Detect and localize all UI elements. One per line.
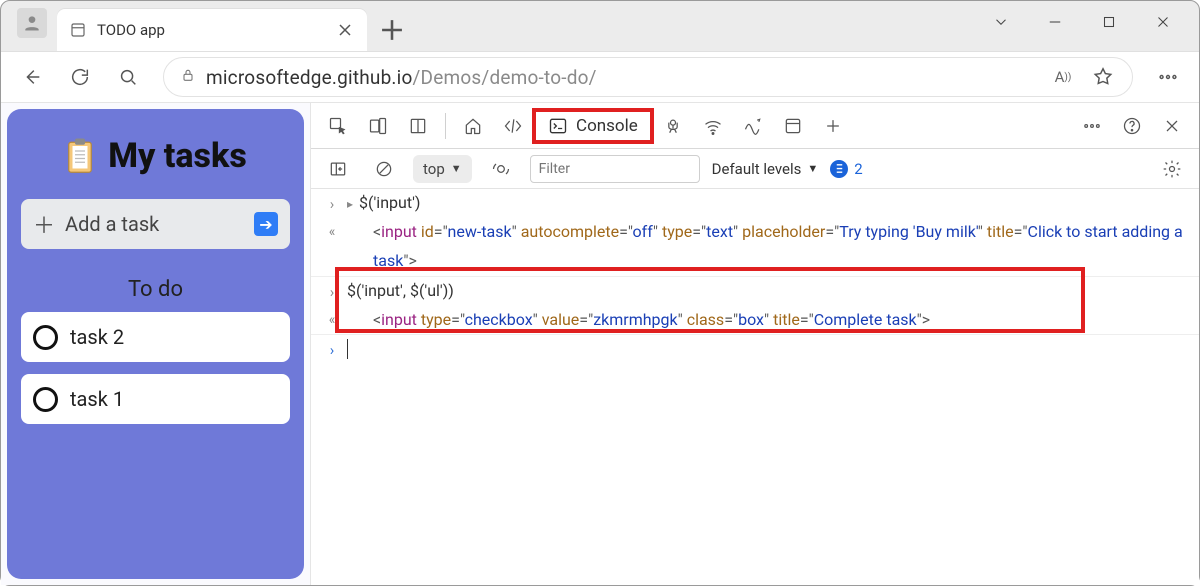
more-menu-button[interactable] (1155, 64, 1181, 90)
chevron-down-icon: ▼ (451, 162, 462, 175)
context-selector[interactable]: top ▼ (413, 155, 472, 183)
page-content: My tasks ＋ Add a task ➔ To do task 2 (1, 103, 311, 585)
log-levels-selector[interactable]: Default levels ▼ (712, 160, 819, 178)
application-tab-icon[interactable] (776, 109, 810, 143)
search-button[interactable] (115, 64, 141, 90)
todo-section-header: To do (21, 277, 290, 302)
devtools-close-icon[interactable] (1155, 109, 1189, 143)
url-text: microsoftedge.github.io/Demos/demo-to-do… (206, 66, 1040, 89)
devtools-more-icon[interactable] (1075, 109, 1109, 143)
clear-console-icon[interactable] (367, 152, 401, 186)
task-item[interactable]: task 2 (21, 312, 290, 362)
console-prompt-line[interactable]: › (311, 334, 1199, 364)
window-controls (987, 8, 1191, 44)
clipboard-icon (64, 135, 96, 177)
plus-icon: ＋ (33, 208, 55, 240)
sources-tab-icon[interactable] (656, 109, 690, 143)
task-label: task 2 (70, 325, 124, 349)
nav-toolbar: microsoftedge.github.io/Demos/demo-to-do… (1, 51, 1199, 103)
browser-tab[interactable]: TODO app (57, 9, 367, 51)
task-label: task 1 (70, 387, 124, 411)
console-filter-input[interactable] (530, 155, 700, 183)
device-toolbar-icon[interactable] (361, 109, 395, 143)
add-task-submit-icon[interactable]: ➔ (254, 212, 278, 236)
issues-indicator[interactable]: 2 (830, 160, 862, 178)
read-aloud-icon[interactable]: A)) (1050, 64, 1076, 90)
console-result-line: <input type="checkbox" value="zkmrmhpgk"… (311, 306, 1199, 335)
address-bar[interactable]: microsoftedge.github.io/Demos/demo-to-do… (163, 57, 1133, 97)
issues-dot-icon (830, 160, 848, 178)
devtools-panel: Console (311, 103, 1199, 585)
tab-favicon-icon (69, 21, 87, 39)
console-settings-icon[interactable] (1155, 152, 1189, 186)
inspect-element-icon[interactable] (321, 109, 355, 143)
tab-close-icon[interactable] (335, 20, 355, 40)
browser-window: TODO app (0, 0, 1200, 586)
elements-tab-icon[interactable] (496, 109, 530, 143)
content-area: My tasks ＋ Add a task ➔ To do task 2 (1, 103, 1199, 585)
more-tabs-icon[interactable] (816, 109, 850, 143)
tab-title: TODO app (97, 21, 325, 39)
window-maximize-icon[interactable] (1095, 8, 1123, 36)
console-filter-bar: top ▼ Default levels ▼ 2 (311, 149, 1199, 189)
window-chevron-icon[interactable] (987, 8, 1015, 36)
app-title-text: My tasks (108, 136, 247, 176)
welcome-tab-icon[interactable] (456, 109, 490, 143)
dock-side-icon[interactable] (401, 109, 435, 143)
console-result-line: <input id="new-task" autocomplete="off" … (311, 218, 1199, 276)
back-button[interactable] (19, 64, 45, 90)
add-task-input[interactable]: ＋ Add a task ➔ (21, 199, 290, 249)
app-title: My tasks (21, 121, 290, 199)
task-item[interactable]: task 1 (21, 374, 290, 424)
favorite-star-icon[interactable] (1090, 64, 1116, 90)
window-close-icon[interactable] (1149, 8, 1177, 36)
devtools-tabbar: Console (311, 103, 1199, 149)
window-minimize-icon[interactable] (1041, 8, 1069, 36)
console-output[interactable]: › $('input') <input id="new-task" autoco… (311, 189, 1199, 585)
console-sidebar-toggle-icon[interactable] (321, 152, 355, 186)
console-input-line: › $('input') (311, 189, 1199, 218)
site-info-lock-icon[interactable] (180, 67, 196, 87)
profile-button[interactable] (17, 8, 47, 38)
refresh-button[interactable] (67, 64, 93, 90)
task-checkbox-icon[interactable] (33, 325, 58, 350)
tasks-card: My tasks ＋ Add a task ➔ To do task 2 (7, 109, 304, 579)
add-task-placeholder: Add a task (65, 212, 159, 236)
live-expression-icon[interactable] (484, 152, 518, 186)
console-input-line: › $('input', $('ul')) (311, 276, 1199, 306)
console-tab[interactable]: Console (536, 112, 650, 140)
performance-tab-icon[interactable] (736, 109, 770, 143)
network-tab-icon[interactable] (696, 109, 730, 143)
new-tab-button[interactable] (375, 13, 409, 47)
console-tab-label: Console (576, 116, 638, 136)
task-checkbox-icon[interactable] (33, 387, 58, 412)
devtools-help-icon[interactable] (1115, 109, 1149, 143)
titlebar: TODO app (1, 1, 1199, 51)
chevron-down-icon: ▼ (807, 162, 818, 175)
